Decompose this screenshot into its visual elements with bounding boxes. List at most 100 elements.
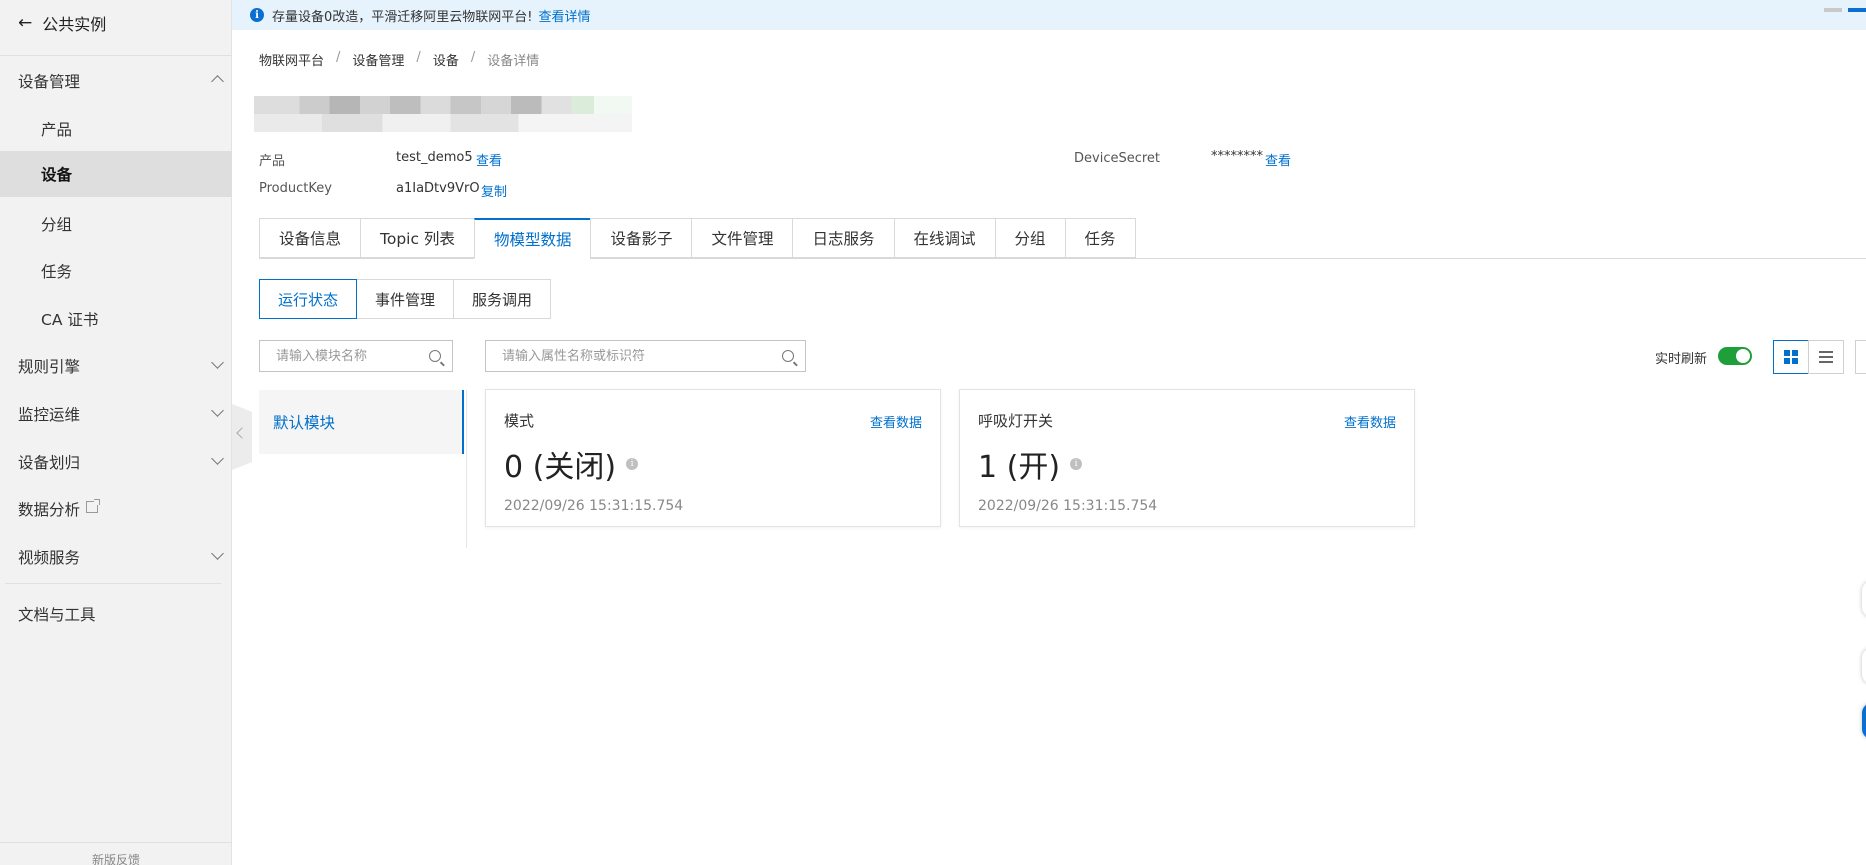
tab-online-debug[interactable]: 在线调试 bbox=[893, 218, 995, 258]
chevron-left-icon bbox=[236, 427, 248, 439]
list-view-button[interactable] bbox=[1808, 340, 1844, 374]
sidebar-item-product[interactable]: 产品 bbox=[0, 109, 232, 149]
breadcrumb-item[interactable]: 设备管理 bbox=[352, 50, 404, 69]
module-item-default[interactable]: 默认模块 bbox=[259, 390, 464, 454]
tab-topic-list[interactable]: Topic 列表 bbox=[360, 218, 474, 258]
sidebar-item-group[interactable]: 分组 bbox=[0, 204, 232, 244]
copy-productkey-link[interactable]: 复制 bbox=[481, 181, 507, 200]
property-title: 模式 bbox=[504, 412, 535, 430]
tab-device-shadow[interactable]: 设备影子 bbox=[590, 218, 692, 258]
sidebar-item-label: 文档与工具 bbox=[18, 606, 96, 624]
property-value: 0 (关闭) i bbox=[504, 442, 639, 486]
breadcrumb-separator: / bbox=[336, 50, 341, 65]
divider bbox=[5, 583, 221, 584]
back-label: 公共实例 bbox=[42, 15, 107, 34]
device-name-redacted bbox=[254, 96, 632, 132]
info-icon[interactable]: i bbox=[1070, 458, 1083, 470]
breadcrumb-current: 设备详情 bbox=[487, 54, 540, 69]
sidebar-item-label: CA 证书 bbox=[41, 311, 99, 329]
tab-thing-model-data[interactable]: 物模型数据 bbox=[473, 218, 591, 259]
tab-task[interactable]: 任务 bbox=[1064, 218, 1136, 258]
subtab-running-status[interactable]: 运行状态 bbox=[259, 279, 358, 319]
carousel-indicator[interactable] bbox=[1818, 8, 1866, 12]
productkey-label: ProductKey bbox=[259, 181, 332, 196]
sidebar-item-label: 规则引擎 bbox=[18, 358, 81, 376]
list-icon bbox=[1819, 351, 1833, 363]
carousel-dot-active[interactable] bbox=[1848, 8, 1866, 12]
sidebar-item-monitoring[interactable]: 监控运维 bbox=[0, 394, 232, 434]
sidebar-item-video-service[interactable]: 视频服务 bbox=[0, 537, 232, 577]
module-search-input[interactable] bbox=[260, 347, 429, 365]
subtab-event-management[interactable]: 事件管理 bbox=[356, 279, 455, 319]
notice-link[interactable]: 查看详情 bbox=[538, 6, 590, 25]
search-icon[interactable] bbox=[429, 350, 441, 362]
notice-bar: i 存量设备0改造，平滑迁移阿里云物联网平台! 查看详情 bbox=[232, 0, 1866, 30]
more-button[interactable] bbox=[1855, 340, 1866, 374]
sidebar-item-label: 数据分析 bbox=[18, 501, 81, 519]
chevron-down-icon bbox=[211, 404, 224, 417]
breadcrumb-item[interactable]: 物联网平台 bbox=[259, 50, 324, 69]
product-label: 产品 bbox=[259, 154, 286, 169]
info-icon: i bbox=[250, 8, 264, 22]
property-card: 呼吸灯开关 查看数据 1 (开) i 2022/09/26 15:31:15.7… bbox=[959, 389, 1415, 527]
carousel-dot[interactable] bbox=[1824, 8, 1842, 12]
tab-device-info[interactable]: 设备信息 bbox=[259, 218, 361, 258]
breadcrumb: 物联网平台 / 设备管理 / 设备 / 设备详情 bbox=[259, 50, 539, 69]
productkey-value: a1IaDtv9VrO bbox=[396, 181, 480, 196]
sidebar-item-device-transfer[interactable]: 设备划归 bbox=[0, 442, 232, 482]
property-search-input[interactable] bbox=[486, 347, 782, 365]
property-value-text: 0 (关闭) bbox=[504, 450, 617, 485]
external-link-icon bbox=[86, 499, 101, 513]
feedback-button[interactable]: 新版反馈 bbox=[0, 842, 232, 865]
search-icon[interactable] bbox=[782, 350, 794, 362]
sidebar-item-device[interactable]: 设备 bbox=[0, 151, 232, 197]
view-data-link[interactable]: 查看数据 bbox=[1344, 412, 1396, 431]
view-secret-link[interactable]: 查看 bbox=[1265, 150, 1291, 169]
divider bbox=[0, 55, 232, 56]
sidebar-item-device-management[interactable]: 设备管理 bbox=[0, 61, 232, 101]
back-button[interactable]: ← 公共实例 bbox=[18, 10, 106, 36]
tab-log-service[interactable]: 日志服务 bbox=[792, 218, 894, 258]
chevron-up-icon bbox=[211, 75, 224, 88]
breadcrumb-item[interactable]: 设备 bbox=[433, 50, 459, 69]
divider bbox=[466, 390, 467, 548]
product-value: test_demo5 bbox=[396, 150, 473, 165]
chevron-down-icon bbox=[211, 452, 224, 465]
view-product-link[interactable]: 查看 bbox=[476, 150, 502, 169]
sidebar-item-label: 设备划归 bbox=[18, 454, 81, 472]
property-timestamp: 2022/09/26 15:31:15.754 bbox=[504, 498, 684, 514]
sidebar-item-ca-cert[interactable]: CA 证书 bbox=[0, 299, 232, 339]
realtime-refresh-toggle[interactable] bbox=[1718, 347, 1752, 365]
sidebar-item-data-analysis[interactable]: 数据分析 bbox=[0, 489, 232, 529]
module-item-label: 默认模块 bbox=[273, 414, 336, 432]
tab-file-management[interactable]: 文件管理 bbox=[691, 218, 793, 258]
floating-feedback-button[interactable] bbox=[1862, 648, 1866, 684]
view-data-link[interactable]: 查看数据 bbox=[870, 412, 922, 431]
sidebar-collapse-handle[interactable] bbox=[232, 404, 252, 470]
sidebar-item-rule-engine[interactable]: 规则引擎 bbox=[0, 346, 232, 386]
subtab-bar: 运行状态 事件管理 服务调用 bbox=[259, 279, 552, 319]
grid-view-button[interactable] bbox=[1773, 340, 1809, 374]
tab-group[interactable]: 分组 bbox=[994, 218, 1065, 258]
subtab-service-call[interactable]: 服务调用 bbox=[453, 279, 552, 319]
breadcrumb-separator: / bbox=[416, 50, 421, 65]
info-icon[interactable]: i bbox=[626, 458, 639, 470]
arrow-left-icon: ← bbox=[18, 13, 33, 33]
devicesecret-label: DeviceSecret bbox=[1074, 151, 1161, 166]
sidebar-item-docs-tools[interactable]: 文档与工具 bbox=[0, 594, 232, 634]
feedback-label: 新版反馈 bbox=[91, 853, 140, 865]
sidebar: ← 公共实例 设备管理 产品 设备 分组 任务 CA 证书 规则引擎 监控运维 … bbox=[0, 0, 232, 865]
sidebar-item-label: 产品 bbox=[41, 121, 73, 139]
tab-bar: 设备信息 Topic 列表 物模型数据 设备影子 文件管理 日志服务 在线调试 … bbox=[259, 218, 1136, 259]
sidebar-item-label: 视频服务 bbox=[18, 549, 81, 567]
chevron-down-icon bbox=[211, 356, 224, 369]
floating-chat-button[interactable] bbox=[1862, 703, 1866, 739]
grid-icon bbox=[1784, 350, 1798, 364]
sidebar-item-label: 任务 bbox=[41, 263, 73, 281]
floating-help-button[interactable] bbox=[1862, 581, 1866, 617]
sidebar-item-task[interactable]: 任务 bbox=[0, 251, 232, 291]
property-value-text: 1 (开) bbox=[978, 450, 1061, 485]
sidebar-item-label: 分组 bbox=[41, 216, 73, 234]
property-value: 1 (开) i bbox=[978, 442, 1083, 486]
breadcrumb-separator: / bbox=[470, 50, 476, 65]
